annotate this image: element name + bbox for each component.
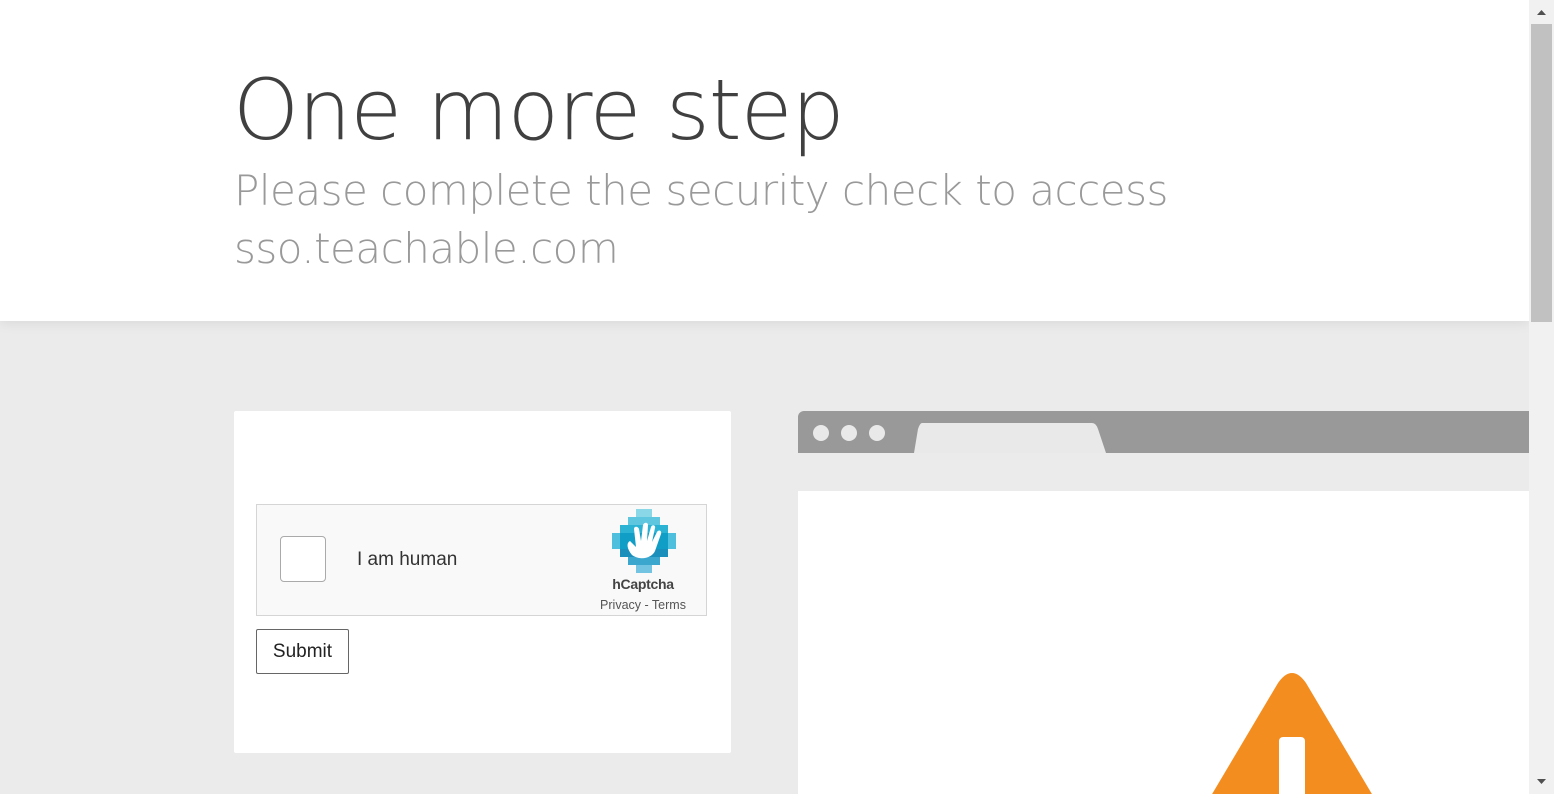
scrollbar-thumb[interactable] [1531, 24, 1552, 322]
hcaptcha-logo-icon [612, 509, 676, 573]
terms-link[interactable]: Terms [652, 598, 686, 612]
vertical-scrollbar[interactable] [1529, 0, 1554, 794]
page-subtitle: Please complete the security check to ac… [234, 166, 1168, 273]
warning-icon [1212, 673, 1372, 794]
page-header: One more step Please complete the securi… [0, 0, 1529, 321]
hcaptcha-widget: I am human hCaptcha Privacy - Terms [256, 504, 707, 616]
window-dot-icon [813, 425, 829, 441]
browser-content [798, 491, 1529, 794]
captcha-label: I am human [357, 549, 458, 570]
submit-button[interactable]: Submit [256, 629, 349, 674]
page-title: One more step [233, 61, 845, 159]
privacy-link[interactable]: Privacy [600, 598, 641, 612]
hcaptcha-links: Privacy - Terms [557, 598, 729, 612]
hcaptcha-brand: hCaptcha [612, 576, 674, 592]
window-dot-icon [841, 425, 857, 441]
human-checkbox[interactable] [280, 536, 326, 582]
scroll-down-arrow-icon[interactable] [1529, 769, 1554, 794]
browser-toolbar [798, 411, 1529, 453]
link-separator: - [641, 598, 652, 612]
scroll-up-arrow-icon[interactable] [1529, 0, 1554, 25]
window-dot-icon [869, 425, 885, 441]
security-check-card: I am human hCaptcha Privacy - Terms Subm… [234, 411, 731, 753]
browser-window-illustration [798, 411, 1529, 794]
browser-tab-icon [914, 423, 1106, 453]
